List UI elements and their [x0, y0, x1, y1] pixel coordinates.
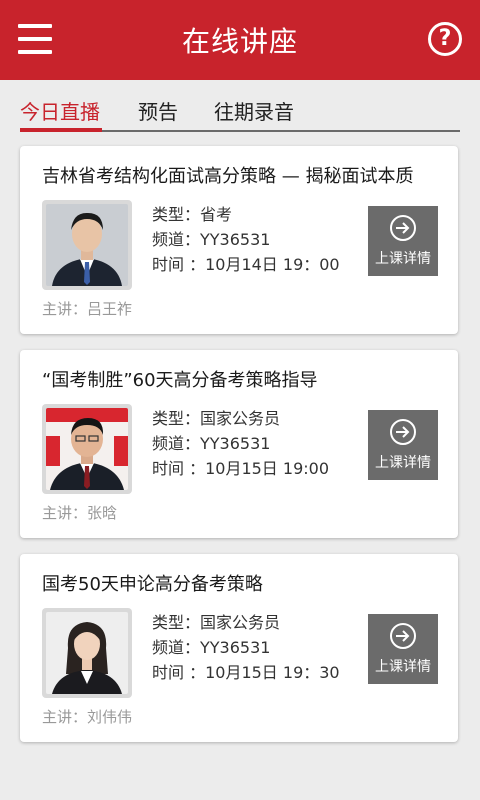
lecture-title: 吉林省考结构化面试高分策略 — 揭秘面试本质	[42, 166, 414, 187]
lecture-channel: 频道：YY36531	[152, 638, 271, 657]
lecture-info: 类型：省考 频道：YY36531 时间 ：10月14日 19：00	[152, 202, 340, 277]
tab-past-recordings[interactable]: 往期录音	[214, 96, 294, 125]
lecture-channel: 频道：YY36531	[152, 230, 271, 249]
lecture-time: 时间 ：10月14日 19：00	[152, 255, 340, 274]
arrow-right-circle-icon	[390, 214, 416, 241]
lecturer-photo	[42, 200, 132, 290]
tab-preview[interactable]: 预告	[138, 96, 178, 125]
hamburger-menu-icon[interactable]	[18, 24, 52, 54]
lecturer-name: 主讲：吕王祚	[42, 300, 133, 318]
lecture-channel: 频道：YY36531	[152, 434, 271, 453]
page-title: 在线讲座	[181, 25, 298, 58]
tab-today-live[interactable]: 今日直播	[20, 96, 100, 125]
lecture-title: 国考50天申论高分备考策略	[42, 574, 263, 595]
class-details-button[interactable]: 上课详情	[368, 206, 438, 276]
class-details-label: 上课详情	[375, 454, 431, 471]
lecture-time: 时间 ：10月15日 19:00	[152, 459, 330, 478]
lecture-type: 类型：国家公务员	[152, 409, 281, 428]
lecture-title: “国考制胜”60天高分备考策略指导	[42, 370, 318, 391]
lecturer-photo	[42, 404, 132, 494]
lecture-info: 类型：国家公务员 频道：YY36531 时间 ：10月15日 19：30	[152, 610, 340, 685]
lecture-type: 类型：国家公务员	[152, 613, 281, 632]
lecturer-name: 主讲：刘伟伟	[42, 708, 133, 726]
lecture-time: 时间 ：10月15日 19：30	[152, 663, 340, 682]
lecturer-photo	[42, 608, 132, 698]
lecture-card: 吉林省考结构化面试高分策略 — 揭秘面试本质 类型：省考 频道：YY36531 …	[20, 146, 458, 334]
lecture-type: 类型：省考	[152, 205, 233, 224]
help-question-icon[interactable]: ?	[428, 22, 462, 56]
lecture-card: “国考制胜”60天高分备考策略指导 类型：国家公务员 频道：YY36531 时间…	[20, 350, 458, 538]
app-header: 在线讲座 ?	[0, 0, 480, 80]
class-details-label: 上课详情	[375, 250, 431, 267]
lecture-info: 类型：国家公务员 频道：YY36531 时间 ：10月15日 19:00	[152, 406, 329, 481]
class-details-button[interactable]: 上课详情	[368, 614, 438, 684]
lecture-card: 国考50天申论高分备考策略 类型：国家公务员 频道：YY36531 时间 ：10…	[20, 554, 458, 742]
active-tab-indicator	[20, 128, 102, 132]
tab-bar: 今日直播 预告 往期录音	[20, 90, 460, 132]
lecturer-name: 主讲：张晗	[42, 504, 118, 522]
class-details-button[interactable]: 上课详情	[368, 410, 438, 480]
arrow-right-circle-icon	[390, 622, 416, 649]
arrow-right-circle-icon	[390, 418, 416, 445]
class-details-label: 上课详情	[375, 658, 431, 675]
